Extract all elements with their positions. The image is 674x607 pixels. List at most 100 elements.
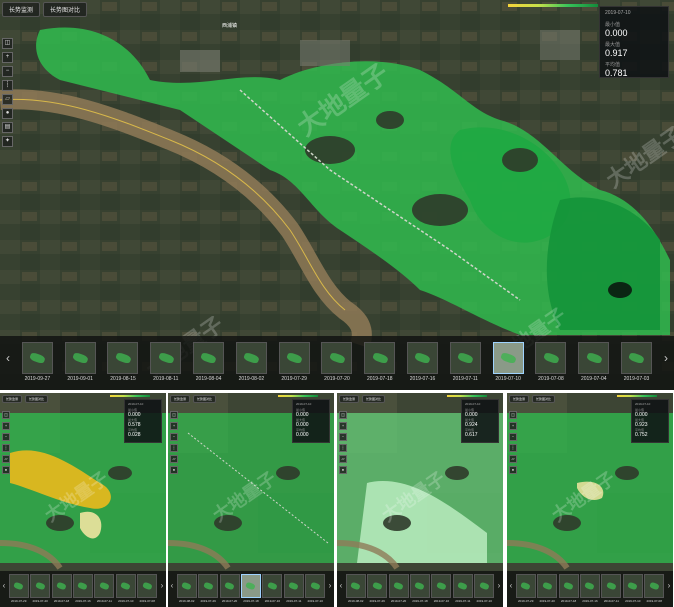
satellite-map[interactable]	[0, 0, 674, 390]
marker-icon[interactable]: ●	[2, 108, 13, 119]
thumbnail-item[interactable]: 2019-07-16	[431, 574, 452, 603]
thumbnail-item[interactable]: 2019-07-11	[449, 342, 481, 382]
thumbnail-item[interactable]: 2019-07-08	[137, 574, 158, 603]
thumbnail-item[interactable]: 2019-07-29	[367, 574, 388, 603]
thumbnail-item[interactable]: 2019-07-10	[492, 342, 524, 382]
thumbnail-item[interactable]: 2019-08-02	[235, 342, 267, 382]
thumbnail-item[interactable]: 2019-07-20	[321, 342, 353, 382]
thumbnail-item[interactable]: 2019-08-02	[345, 574, 366, 603]
zoom-out-icon[interactable]: −	[2, 433, 10, 441]
thumbnail-item[interactable]: 2019-07-11	[452, 574, 473, 603]
thumbnail-item[interactable]: 2019-07-18	[240, 574, 261, 603]
next-arrow-icon[interactable]: ›	[326, 571, 334, 601]
ruler-icon[interactable]: ┆	[2, 444, 10, 452]
thumbnail-item[interactable]: 2019-08-02	[176, 574, 197, 603]
thumbnail-item[interactable]: 2019-07-29	[198, 574, 219, 603]
thumbnail-item[interactable]: 2019-07-10	[622, 574, 643, 603]
thumbnail-item[interactable]: 2019-07-16	[262, 574, 283, 603]
thumbnail-item[interactable]: 2019-07-20	[388, 574, 409, 603]
zoom-in-icon[interactable]: +	[509, 422, 517, 430]
layers-icon[interactable]: ◫	[170, 411, 178, 419]
next-arrow-icon[interactable]: ›	[665, 571, 673, 601]
thumbnail-item[interactable]: 2019-08-11	[150, 342, 182, 382]
thumbnail-item[interactable]: 2019-07-18	[51, 574, 72, 603]
thumbnail-item[interactable]: 2019-07-18	[409, 574, 430, 603]
thumbnail-item[interactable]: 2019-08-04	[193, 342, 225, 382]
zoom-out-icon[interactable]: −	[509, 433, 517, 441]
layers-icon[interactable]: ◫	[339, 411, 347, 419]
marker-icon[interactable]: ●	[509, 466, 517, 474]
tab-growth-monitor[interactable]: 长势监测	[509, 395, 530, 403]
thumbnail-item[interactable]: 2019-07-11	[601, 574, 622, 603]
next-arrow-icon[interactable]: ›	[495, 571, 503, 601]
thumbnail-item[interactable]: 2019-07-29	[8, 574, 29, 603]
area-icon[interactable]: ▱	[509, 455, 517, 463]
ruler-icon[interactable]: ┆	[170, 444, 178, 452]
thumbnail-item[interactable]: 2019-09-01	[64, 342, 96, 382]
thumbnail-item[interactable]: 2019-07-08	[535, 342, 567, 382]
thumbnail-item[interactable]: 2019-07-10	[305, 574, 326, 603]
thumbnail-item[interactable]: 2019-07-20	[30, 574, 51, 603]
thumbnail-item[interactable]: 2019-07-11	[94, 574, 115, 603]
next-arrow-icon[interactable]: ›	[658, 336, 674, 380]
ruler-icon[interactable]: ┆	[339, 444, 347, 452]
zoom-out-icon[interactable]: −	[170, 433, 178, 441]
thumbnail-item[interactable]: 2019-07-29	[515, 574, 536, 603]
prev-arrow-icon[interactable]: ‹	[337, 571, 345, 601]
main-map-panel[interactable]: 西浦镇 长势监测 长势图对比 ◫ + − ┆ ▱ ● ▤ ✦ 2019-07-1…	[0, 0, 674, 390]
layers-icon[interactable]: ◫	[2, 411, 10, 419]
area-icon[interactable]: ▱	[339, 455, 347, 463]
ruler-icon[interactable]: ┆	[2, 80, 13, 91]
thumbnail-item[interactable]: 2019-07-10	[474, 574, 495, 603]
thumbnail-item[interactable]: 2019-07-16	[579, 574, 600, 603]
compare-panel-1[interactable]: 长势监测 长势图对比 ◫ + − ┆ ▱ ● 2019-07-10 最小值 0.000 最大值 0.57…	[0, 393, 166, 607]
zoom-in-icon[interactable]: +	[2, 52, 13, 63]
marker-icon[interactable]: ●	[170, 466, 178, 474]
zoom-in-icon[interactable]: +	[2, 422, 10, 430]
tab-growth-monitor[interactable]: 长势监测	[170, 395, 191, 403]
thumbnail-item[interactable]: 2019-07-08	[644, 574, 665, 603]
next-arrow-icon[interactable]: ›	[158, 571, 166, 601]
marker-icon[interactable]: ●	[339, 466, 347, 474]
prev-arrow-icon[interactable]: ‹	[0, 571, 8, 601]
zoom-out-icon[interactable]: −	[2, 66, 13, 77]
area-icon[interactable]: ▱	[2, 94, 13, 105]
print-icon[interactable]: ▤	[2, 122, 13, 133]
tab-growth-compare[interactable]: 长势图对比	[362, 395, 386, 403]
thumbnail-item[interactable]: 2019-07-20	[537, 574, 558, 603]
prev-arrow-icon[interactable]: ‹	[507, 571, 515, 601]
thumbnail-item[interactable]: 2019-07-29	[278, 342, 310, 382]
thumbnail-item[interactable]: 2019-07-18	[364, 342, 396, 382]
thumbnail-item[interactable]: 2019-07-10	[115, 574, 136, 603]
thumbnail-item[interactable]: 2019-07-16	[407, 342, 439, 382]
compare-panel-4[interactable]: 长势监测 长势图对比 ◫ + − ┆ ▱ ● 2019-07-10 最小值 0.000 最大值 0.92…	[507, 393, 673, 607]
tab-growth-compare[interactable]: 长势图对比	[532, 395, 556, 403]
compare-panel-3[interactable]: 长势监测 长势图对比 ◫ + − ┆ ▱ ● 2019-07-10 最小值 0.000 最大值 0.92…	[337, 393, 503, 607]
tab-growth-monitor[interactable]: 长势监测	[339, 395, 360, 403]
prev-arrow-icon[interactable]: ‹	[0, 336, 16, 380]
layers-icon[interactable]: ◫	[509, 411, 517, 419]
thumbnail-item[interactable]: 2019-07-20	[219, 574, 240, 603]
thumbnail-item[interactable]: 2019-07-16	[72, 574, 93, 603]
tab-growth-monitor[interactable]: 长势监测	[2, 2, 41, 17]
thumbnail-item[interactable]: 2019-08-15	[107, 342, 139, 382]
thumbnail-item[interactable]: 2019-07-18	[558, 574, 579, 603]
thumbnail-item[interactable]: 2019-07-11	[283, 574, 304, 603]
ruler-icon[interactable]: ┆	[509, 444, 517, 452]
tab-growth-compare[interactable]: 长势图对比	[193, 395, 217, 403]
tab-growth-compare[interactable]: 长势图对比	[25, 395, 49, 403]
zoom-in-icon[interactable]: +	[170, 422, 178, 430]
area-icon[interactable]: ▱	[170, 455, 178, 463]
marker-icon[interactable]: ●	[2, 466, 10, 474]
thumbnail-item[interactable]: 2019-09-27	[21, 342, 53, 382]
thumbnail-item[interactable]: 2019-07-04	[578, 342, 610, 382]
thumbnail-item[interactable]: 2019-07-03	[621, 342, 653, 382]
layers-icon[interactable]: ◫	[2, 38, 13, 49]
compare-panel-2[interactable]: 长势监测 长势图对比 ◫ + − ┆ ▱ ● 2019-07-10 最小值 0.000 最大值 0.00…	[168, 393, 334, 607]
prev-arrow-icon[interactable]: ‹	[168, 571, 176, 601]
area-icon[interactable]: ▱	[2, 455, 10, 463]
tab-growth-monitor[interactable]: 长势监测	[2, 395, 23, 403]
compass-icon[interactable]: ✦	[2, 136, 13, 147]
zoom-out-icon[interactable]: −	[339, 433, 347, 441]
tab-growth-compare[interactable]: 长势图对比	[43, 2, 88, 17]
